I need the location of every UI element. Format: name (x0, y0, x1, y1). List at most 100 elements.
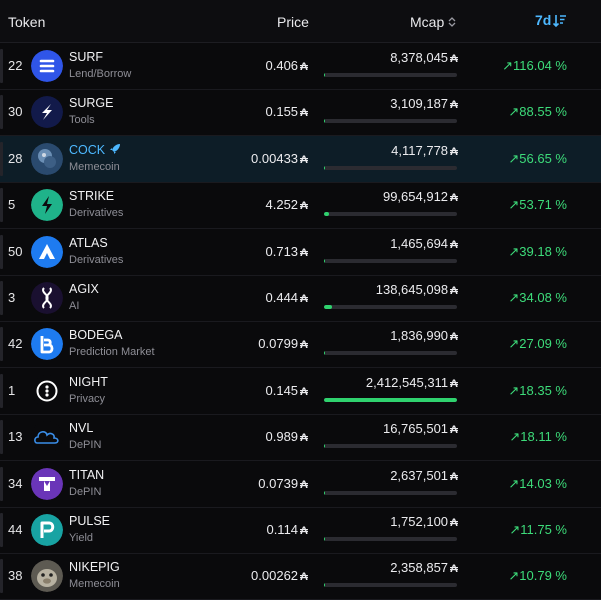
table-row[interactable]: 3AGIXAI0.444₳138,645,098₳↗34.08 % (0, 275, 601, 322)
token-rank: 30 (8, 104, 22, 119)
token-rank: 1 (8, 383, 15, 398)
token-price-value: 4.252 (266, 197, 299, 212)
token-category: Privacy (69, 393, 105, 405)
token-rank: 5 (8, 197, 15, 212)
mcap-share-bar (324, 212, 457, 216)
table-row[interactable]: 38NIKEPIGMemecoin0.00262₳2,358,857₳↗10.7… (0, 553, 601, 600)
mcap-share-bar (324, 537, 457, 541)
column-header-token[interactable]: Token (8, 14, 45, 30)
ada-unit-icon: ₳ (300, 154, 308, 166)
token-name[interactable]: AGIX (69, 282, 99, 296)
token-mcap: 2,637,501₳ (390, 468, 458, 483)
mcap-share-bar (324, 583, 457, 587)
mcap-share-fill (324, 212, 329, 216)
token-rank: 44 (8, 522, 22, 537)
mcap-share-bar (324, 351, 457, 355)
token-name-label: TITAN (69, 468, 104, 482)
table-row[interactable]: 13NVLDePIN0.989₳16,765,501₳↗18.11 % (0, 414, 601, 461)
token-name[interactable]: TITAN (69, 468, 104, 482)
token-price-value: 0.0739 (258, 476, 298, 491)
ada-unit-icon: ₳ (300, 107, 308, 119)
mcap-share-bar (324, 259, 457, 263)
row-indicator (0, 559, 3, 593)
token-name[interactable]: ATLAS (69, 236, 108, 250)
token-mcap: 16,765,501₳ (383, 421, 458, 436)
row-indicator (0, 235, 3, 269)
token-name[interactable]: COCK (69, 143, 121, 157)
token-category: Lend/Borrow (69, 68, 131, 80)
token-category: DePIN (69, 439, 101, 451)
ada-unit-icon: ₳ (450, 53, 458, 65)
token-name[interactable]: SURF (69, 50, 103, 64)
token-mcap-value: 2,637,501 (390, 468, 448, 483)
token-7d-change: ↗27.09 % (508, 336, 567, 352)
row-indicator (0, 281, 3, 315)
token-name-label: SURF (69, 50, 103, 64)
table-row[interactable]: 42BODEGAPrediction Market0.0799₳1,836,99… (0, 321, 601, 368)
nikepig-logo-icon (31, 560, 63, 592)
token-category: Memecoin (69, 578, 120, 590)
token-rank: 22 (8, 58, 22, 73)
ada-unit-icon: ₳ (450, 563, 458, 575)
table-row[interactable]: 34TITANDePIN0.0739₳2,637,501₳↗14.03 % (0, 461, 601, 508)
ada-unit-icon: ₳ (450, 146, 458, 158)
token-mcap-value: 4,117,778 (391, 143, 448, 158)
token-7d-change: ↗34.08 % (508, 290, 567, 306)
token-category: Yield (69, 532, 93, 544)
token-mcap-value: 1,836,990 (390, 328, 448, 343)
table-row[interactable]: 50ATLASDerivatives0.713₳1,465,694₳↗39.18… (0, 229, 601, 276)
table-row[interactable]: 30SURGETools0.155₳3,109,187₳↗88.55 % (0, 89, 601, 136)
table-header: Token Price Mcap 7d (0, 0, 601, 43)
token-price: 0.114₳ (266, 522, 308, 537)
table-row[interactable]: 22SURFLend/Borrow0.406₳8,378,045₳↗116.04… (0, 43, 601, 90)
token-mcap: 1,752,100₳ (390, 514, 458, 529)
ada-unit-icon: ₳ (450, 99, 458, 111)
mcap-share-bar (324, 166, 457, 170)
row-indicator (0, 142, 3, 176)
token-price: 0.145₳ (266, 383, 309, 398)
table-row[interactable]: 28COCKMemecoin0.00433₳4,117,778₳↗56.65 % (0, 136, 601, 183)
token-mcap-value: 99,654,912 (383, 189, 448, 204)
ada-unit-icon: ₳ (450, 239, 458, 251)
token-price-value: 0.145 (266, 383, 299, 398)
column-header-mcap[interactable]: Mcap (410, 14, 456, 30)
token-name[interactable]: NIKEPIG (69, 560, 120, 574)
token-rank: 42 (8, 336, 22, 351)
token-name[interactable]: BODEGA (69, 328, 123, 342)
token-mcap: 3,109,187₳ (390, 96, 458, 111)
token-name[interactable]: NVL (69, 421, 93, 435)
token-name[interactable]: STRIKE (69, 189, 114, 203)
token-name-label: SURGE (69, 96, 113, 110)
token-7d-change: ↗11.75 % (509, 522, 567, 538)
token-price-value: 0.114 (266, 522, 298, 537)
token-price-value: 0.00262 (251, 568, 298, 583)
token-price: 4.252₳ (266, 197, 309, 212)
column-header-7d[interactable]: 7d (535, 12, 567, 28)
token-category: Derivatives (69, 207, 123, 219)
token-price: 0.00262₳ (251, 568, 308, 583)
token-name[interactable]: SURGE (69, 96, 113, 110)
cock-logo-icon (31, 143, 63, 175)
token-mcap: 99,654,912₳ (383, 189, 458, 204)
surge-logo-icon (31, 96, 63, 128)
token-mcap-value: 1,752,100 (390, 514, 448, 529)
token-name[interactable]: PULSE (69, 514, 110, 528)
token-name[interactable]: NIGHT (69, 375, 108, 389)
column-header-price[interactable]: Price (277, 14, 309, 30)
table-row[interactable]: 5STRIKEDerivatives4.252₳99,654,912₳↗53.7… (0, 182, 601, 229)
token-mcap-value: 2,412,545,311 (366, 375, 448, 390)
column-header-mcap-label: Mcap (410, 14, 444, 30)
table-row[interactable]: 44PULSEYield0.114₳1,752,100₳↗11.75 % (0, 507, 601, 554)
token-price-value: 0.00433 (251, 151, 298, 166)
token-price-value: 0.444 (266, 290, 299, 305)
token-category: Tools (69, 114, 95, 126)
mcap-share-bar (324, 305, 457, 309)
row-indicator (0, 467, 3, 501)
token-price: 0.0799₳ (258, 336, 308, 351)
token-mcap: 1,836,990₳ (390, 328, 458, 343)
ada-unit-icon: ₳ (300, 525, 308, 537)
token-7d-change: ↗18.35 % (508, 383, 567, 399)
table-row[interactable]: 1NIGHTPrivacy0.145₳2,412,545,311₳↗18.35 … (0, 368, 601, 415)
ada-unit-icon: ₳ (300, 293, 308, 305)
token-7d-change: ↗116.04 % (502, 58, 567, 74)
